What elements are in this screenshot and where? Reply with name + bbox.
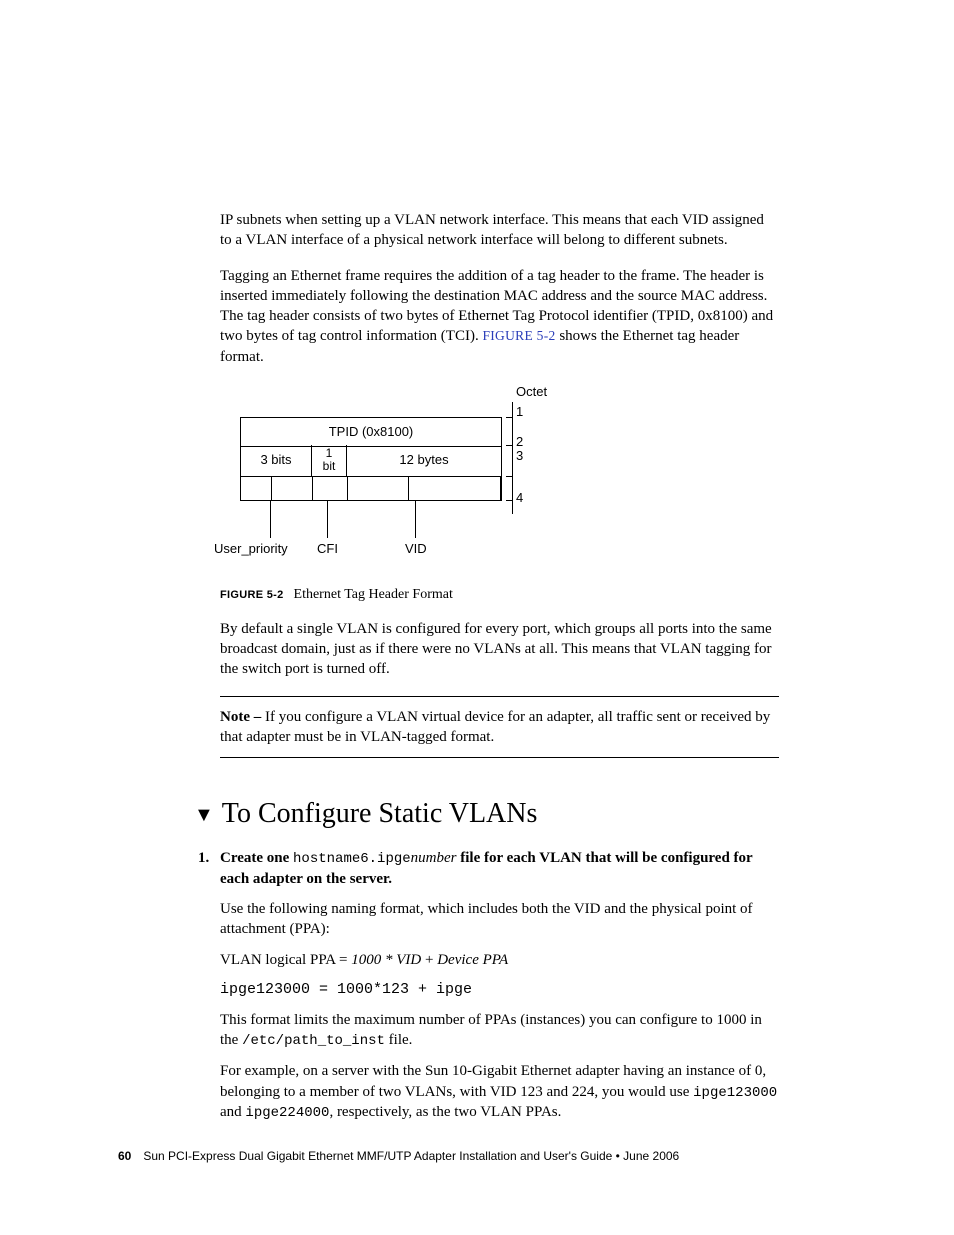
- label-vid: VID: [405, 541, 427, 556]
- empty-row: [240, 476, 502, 501]
- paragraph: Use the following naming format, which i…: [220, 899, 779, 940]
- paragraph: Tagging an Ethernet frame requires the a…: [220, 266, 779, 367]
- step-1: 1. Create one hostname6.ipgenumber file …: [198, 848, 779, 889]
- bits-row: 3 bits 1 bit 12 bytes: [240, 445, 502, 477]
- text: Create one: [220, 850, 293, 866]
- code: ipge123000: [693, 1085, 777, 1101]
- section-heading: ▼ To Configure Static VLANs: [194, 798, 779, 830]
- cell-12bytes: 12 bytes: [347, 445, 501, 476]
- cell-1bit: 1 bit: [312, 445, 347, 476]
- connector-line: [270, 500, 271, 538]
- octet-header: Octet: [516, 385, 547, 398]
- text: +: [421, 952, 437, 968]
- text: , respectively, as the two VLAN PPAs.: [329, 1104, 561, 1120]
- tpid-cell: TPID (0x8100): [240, 417, 502, 447]
- page: IP subnets when setting up a VLAN networ…: [0, 0, 954, 1235]
- paragraph: This format limits the maximum number of…: [220, 1010, 779, 1051]
- octet-value: 2: [516, 435, 523, 448]
- code: ipge224000: [245, 1105, 329, 1121]
- text: For example, on a server with the Sun 10…: [220, 1063, 766, 1099]
- octet-value: 4: [516, 491, 523, 504]
- note-body: If you configure a VLAN virtual device f…: [220, 709, 770, 745]
- octet-value: 3: [516, 449, 523, 462]
- footer-title: Sun PCI-Express Dual Gigabit Ethernet MM…: [143, 1149, 679, 1163]
- text: and: [220, 1104, 245, 1120]
- cell-3bits: 3 bits: [241, 445, 312, 476]
- code-line: ipge123000 = 1000*123 + ipge: [220, 980, 779, 1000]
- figure-number: FIGURE 5-2: [220, 589, 284, 601]
- variable: 1000 * VID: [351, 952, 421, 968]
- label-user-priority: User_priority: [214, 541, 288, 556]
- octet-value: 1: [516, 405, 523, 418]
- paragraph: IP subnets when setting up a VLAN networ…: [220, 210, 779, 251]
- text: VLAN logical PPA =: [220, 952, 351, 968]
- paragraph: For example, on a server with the Sun 10…: [220, 1061, 779, 1123]
- code: /etc/path_to_inst: [242, 1033, 385, 1049]
- step-text: Create one hostname6.ipgenumber file for…: [220, 848, 779, 889]
- octet-axis: [512, 402, 513, 514]
- figure-diagram: TPID (0x8100) 3 bits 1 bit 12 bytes User…: [220, 399, 779, 559]
- formula: VLAN logical PPA = 1000 * VID + Device P…: [220, 950, 779, 970]
- note-block: Note – If you configure a VLAN virtual d…: [220, 696, 779, 759]
- text: file.: [385, 1032, 413, 1048]
- text: bit: [323, 459, 336, 473]
- page-footer: 60 Sun PCI-Express Dual Gigabit Ethernet …: [118, 1149, 679, 1163]
- code: hostname6.ipge: [293, 851, 411, 867]
- connector-line: [327, 500, 328, 538]
- label-cfi: CFI: [317, 541, 338, 556]
- procedure-marker-icon: ▼: [194, 804, 214, 827]
- variable: number: [411, 850, 457, 866]
- page-number: 60: [118, 1149, 131, 1163]
- variable: Device PPA: [437, 952, 508, 968]
- text: 1: [326, 446, 333, 460]
- note-lead: Note –: [220, 709, 265, 725]
- section-title: To Configure Static VLANs: [222, 798, 538, 830]
- paragraph: By default a single VLAN is configured f…: [220, 619, 779, 680]
- step-number: 1.: [198, 848, 220, 889]
- figure-caption: FIGURE 5-2 Ethernet Tag Header Format: [220, 587, 779, 603]
- figure-title: Ethernet Tag Header Format: [294, 587, 453, 602]
- figure-xref-link[interactable]: FIGURE 5-2: [482, 328, 555, 343]
- connector-line: [415, 500, 416, 538]
- step-body: Use the following naming format, which i…: [220, 899, 779, 1123]
